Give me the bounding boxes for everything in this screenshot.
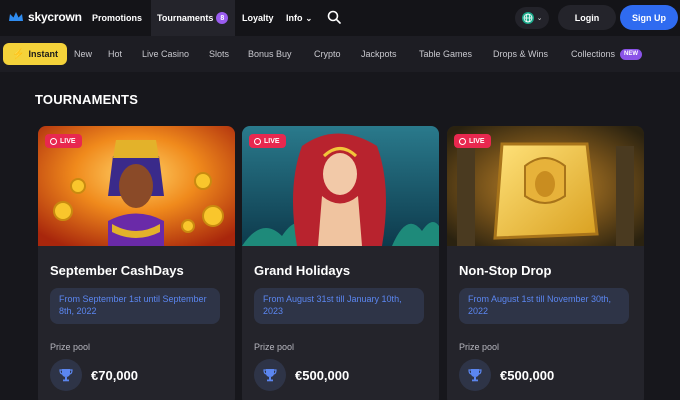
globe-icon (521, 12, 534, 24)
prize-label: Prize pool (50, 342, 91, 352)
search-icon[interactable] (327, 10, 341, 24)
prize-label: Prize pool (254, 342, 295, 352)
chevron-down-icon: ⌄ (536, 15, 543, 22)
crown-icon (9, 12, 23, 21)
category-collections-label: Collections (571, 49, 616, 59)
prize-label: Prize pool (459, 342, 500, 352)
tournaments-count-badge: 8 (216, 12, 229, 24)
nav-tournaments[interactable]: Tournaments 8 (151, 0, 235, 36)
live-badge: LIVE (249, 134, 286, 148)
instant-label: Instant (28, 49, 58, 59)
logo[interactable]: skycrown (8, 10, 82, 24)
language-selector[interactable]: ⌄ (515, 7, 549, 29)
prize-row: €500,000 (254, 359, 349, 391)
category-jackpots[interactable]: Jackpots (361, 36, 397, 72)
nav-loyalty[interactable]: Loyalty (236, 0, 280, 36)
category-bar: ⚡ Instant New Hot Live Casino Slots Bonu… (0, 36, 680, 72)
category-crypto[interactable]: Crypto (314, 36, 341, 72)
prize-amount: €500,000 (295, 367, 350, 383)
chevron-down-icon: ⌄ (305, 13, 313, 23)
tournament-card[interactable]: LIVE Non-Stop Drop From August 1st till … (447, 126, 644, 400)
instant-button[interactable]: ⚡ Instant (3, 43, 67, 65)
category-new[interactable]: New (74, 36, 92, 72)
date-range: From August 1st till November 30th, 2022 (459, 288, 629, 324)
section-title: TOURNAMENTS (35, 92, 139, 107)
prize-row: €70,000 (50, 359, 138, 391)
nav-promotions[interactable]: Promotions (86, 0, 148, 36)
tournament-card[interactable]: LIVE September CashDays From September 1… (38, 126, 235, 400)
category-slots[interactable]: Slots (209, 36, 229, 72)
nav-label: Info (286, 13, 303, 23)
category-drops-wins[interactable]: Drops & Wins (493, 36, 548, 72)
nav-label: Promotions (92, 13, 143, 23)
card-title: Non-Stop Drop (459, 263, 552, 278)
category-bonus-buy[interactable]: Bonus Buy (248, 36, 292, 72)
trophy-icon (50, 359, 82, 391)
live-badge: LIVE (45, 134, 82, 148)
tournament-card[interactable]: LIVE Grand Holidays From August 31st til… (242, 126, 439, 400)
nav-info[interactable]: Info ⌄ (280, 0, 318, 36)
live-dot-icon (254, 137, 261, 145)
trophy-icon (254, 359, 286, 391)
date-range: From August 31st till January 10th, 2023 (254, 288, 424, 324)
live-label: LIVE (469, 137, 485, 145)
category-table-games[interactable]: Table Games (419, 36, 472, 72)
prize-amount: €500,000 (500, 367, 555, 383)
category-live-casino[interactable]: Live Casino (142, 36, 189, 72)
prize-row: €500,000 (459, 359, 554, 391)
card-title: Grand Holidays (254, 263, 351, 278)
login-button[interactable]: Login (558, 5, 616, 30)
trophy-icon (459, 359, 491, 391)
live-label: LIVE (60, 137, 76, 145)
nav-label: Tournaments (157, 13, 214, 23)
lightning-icon: ⚡ (12, 48, 25, 60)
live-badge: LIVE (454, 134, 491, 148)
category-hot[interactable]: Hot (108, 36, 122, 72)
nav-label: Loyalty (242, 13, 274, 23)
new-badge: NEW (620, 48, 643, 60)
logo-text: skycrown (28, 10, 82, 24)
live-label: LIVE (264, 137, 280, 145)
live-dot-icon (50, 137, 57, 145)
card-title: September CashDays (50, 263, 184, 278)
category-collections[interactable]: Collections NEW (571, 36, 643, 72)
top-header: skycrown Promotions Tournaments 8 Loyalt… (0, 0, 680, 36)
live-dot-icon (459, 137, 466, 145)
date-range: From September 1st until September 8th, … (50, 288, 220, 324)
signup-button[interactable]: Sign Up (620, 5, 678, 30)
prize-amount: €70,000 (91, 367, 138, 383)
